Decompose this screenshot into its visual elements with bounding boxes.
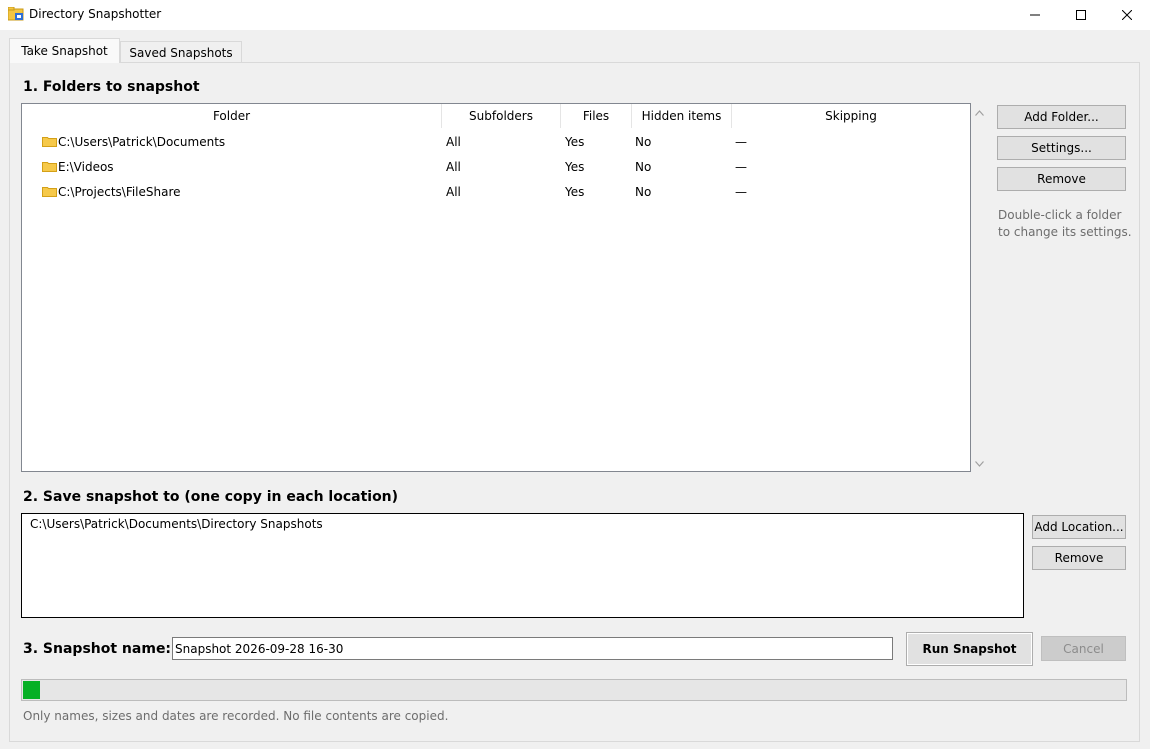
folder-path: E:\Videos <box>58 159 114 174</box>
table-row[interactable]: C:\Projects\FileShare All Yes No — <box>22 179 970 204</box>
files-cell: Yes <box>565 184 585 199</box>
minimize-icon <box>1030 14 1040 16</box>
column-header-folder[interactable]: Folder <box>22 104 442 128</box>
title-bar <box>0 0 1150 30</box>
folder-hint-line-2: to change its settings. <box>998 225 1132 239</box>
table-row[interactable]: C:\Users\Patrick\Documents All Yes No — <box>22 129 970 154</box>
save-section-title: 2. Save snapshot to (one copy in each lo… <box>23 489 399 505</box>
remove-location-button[interactable]: Remove <box>1032 546 1126 570</box>
folder-icon <box>42 137 57 147</box>
skipping-cell: — <box>735 184 747 199</box>
folders-section-title: 1. Folders to snapshot <box>23 79 200 95</box>
progress-bar <box>21 679 1127 701</box>
scroll-up-arrow-icon[interactable] <box>971 104 988 121</box>
subfolders-cell: All <box>446 134 461 149</box>
folder-cell: C:\Projects\FileShare <box>42 179 181 204</box>
maximize-icon <box>1076 10 1086 20</box>
close-icon <box>1122 10 1132 20</box>
add-location-button[interactable]: Add Location... <box>1032 515 1126 539</box>
folder-hint-line-1: Double-click a folder <box>998 208 1122 222</box>
run-snapshot-button[interactable]: Run Snapshot <box>906 632 1033 666</box>
table-row[interactable]: E:\Videos All Yes No — <box>22 154 970 179</box>
tab-take-snapshot[interactable]: Take Snapshot <box>9 38 120 63</box>
add-folder-button[interactable]: Add Folder... <box>997 105 1126 129</box>
hidden-cell: No <box>635 159 652 174</box>
column-header-subfolders[interactable]: Subfolders <box>442 104 561 128</box>
folder-path: C:\Users\Patrick\Documents <box>58 134 226 149</box>
cancel-button[interactable]: Cancel <box>1041 636 1126 661</box>
scroll-down-arrow-icon[interactable] <box>971 455 988 472</box>
folders-list[interactable]: Folder Subfolders Files Hidden items Ski… <box>21 103 971 472</box>
folder-cell: C:\Users\Patrick\Documents <box>42 129 225 154</box>
tab-saved-snapshots[interactable]: Saved Snapshots <box>120 41 242 63</box>
skipping-cell: — <box>735 159 747 174</box>
folder-path: C:\Projects\FileShare <box>58 184 181 199</box>
hidden-cell: No <box>635 184 652 199</box>
folder-icon <box>42 162 57 172</box>
progress-fill <box>23 681 40 699</box>
folder-hint: Double-click a folder to change its sett… <box>998 207 1132 241</box>
subfolders-cell: All <box>446 184 461 199</box>
window-title: Directory Snapshotter <box>29 7 162 21</box>
snapshot-name-label: 3. Snapshot name: <box>23 641 172 657</box>
files-cell: Yes <box>565 134 585 149</box>
remove-folder-button[interactable]: Remove <box>997 167 1126 191</box>
files-cell: Yes <box>565 159 585 174</box>
snapshot-name-input[interactable]: Snapshot 2026-09-28 16-30 <box>172 637 893 660</box>
minimize-button[interactable] <box>1012 0 1058 30</box>
maximize-button[interactable] <box>1058 0 1104 30</box>
hidden-cell: No <box>635 134 652 149</box>
column-header-hidden-items[interactable]: Hidden items <box>632 104 732 128</box>
list-item[interactable]: C:\Users\Patrick\Documents\Directory Sna… <box>30 517 323 531</box>
folder-icon <box>42 187 57 197</box>
folder-cell: E:\Videos <box>42 154 114 179</box>
skipping-cell: — <box>735 134 747 149</box>
column-header-files[interactable]: Files <box>561 104 632 128</box>
column-header-skipping[interactable]: Skipping <box>732 104 970 128</box>
close-button[interactable] <box>1104 0 1150 30</box>
folders-list-header: Folder Subfolders Files Hidden items Ski… <box>22 104 970 128</box>
footer-note: Only names, sizes and dates are recorded… <box>23 709 449 723</box>
locations-list[interactable]: C:\Users\Patrick\Documents\Directory Sna… <box>21 513 1024 618</box>
settings-button[interactable]: Settings... <box>997 136 1126 160</box>
subfolders-cell: All <box>446 159 461 174</box>
app-icon <box>8 7 24 21</box>
